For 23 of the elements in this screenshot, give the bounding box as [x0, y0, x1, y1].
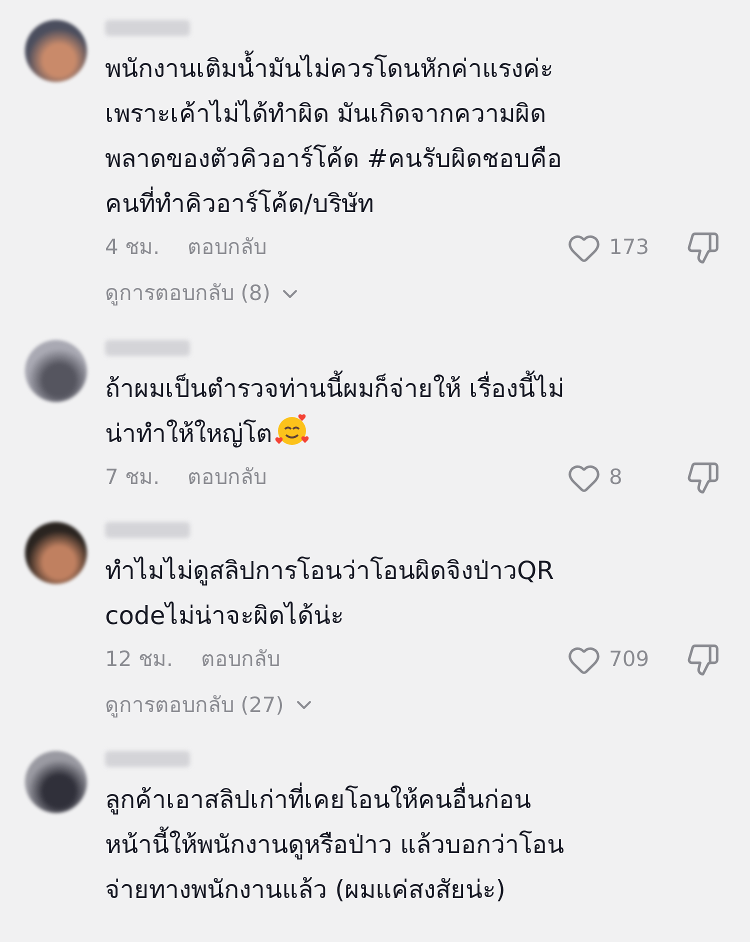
dislike-icon[interactable] — [686, 642, 720, 676]
avatar[interactable] — [25, 20, 87, 82]
comment-text: ถ้าผมเป็นตำรวจท่านนี้ผมก็จ่ายให้ เรื่องนี้ไม่ น่าทำให้ใหญ่โต — [105, 366, 720, 456]
view-replies-button[interactable]: ดูการตอบกลับ (27) — [105, 690, 316, 721]
like-button[interactable]: 173 — [567, 231, 662, 265]
like-button[interactable]: 8 — [567, 460, 662, 494]
dislike-icon[interactable] — [686, 231, 720, 265]
avatar[interactable] — [25, 340, 87, 402]
reply-button[interactable]: ตอบกลับ — [201, 644, 280, 676]
comment-time: 4 ชม. — [105, 234, 160, 262]
avatar[interactable] — [25, 522, 87, 584]
comment-text: พนักงานเติมน้ำมันไม่ควรโดนหักค่าแรงค่ะ เพราะเค้าไม่ได้ทำผิด มันเกิดจากความผิด พลาดของตัวคิวอาร์โค้ด #คนรับผิดชอบคือ คนที่ทำคิวอาร์โค้ด/บริษัท — [105, 46, 720, 226]
like-button[interactable]: 709 — [567, 642, 662, 676]
reply-button[interactable]: ตอบกลับ — [188, 462, 267, 494]
reply-button[interactable]: ตอบกลับ — [188, 232, 267, 264]
avatar[interactable] — [25, 751, 87, 813]
view-replies-button[interactable]: ดูการตอบกลับ (8) — [105, 278, 302, 310]
smiling-face-with-hearts-icon — [274, 412, 310, 448]
dislike-icon[interactable] — [686, 460, 720, 494]
comment-time: 12 ชม. — [105, 646, 174, 673]
comment-time: 7 ชม. — [105, 464, 160, 491]
comment-text: ทำไมไม่ดูสลิปการโอนว่าโอนผิดจิงป่าวQR codeไม่น่าจะผิดได้น่ะ — [105, 554, 556, 632]
comment-text: ลูกค้าเอาสลิปเก่าที่เคยโอนให้คนอื่นก่อน หน้านี้ให้พนักงานดูหรือป่าว แล้วบอกว่าโอน จ่ายทางพนักงานแล้ว (ผมแค่สงสัยน่ะ) — [105, 777, 720, 912]
